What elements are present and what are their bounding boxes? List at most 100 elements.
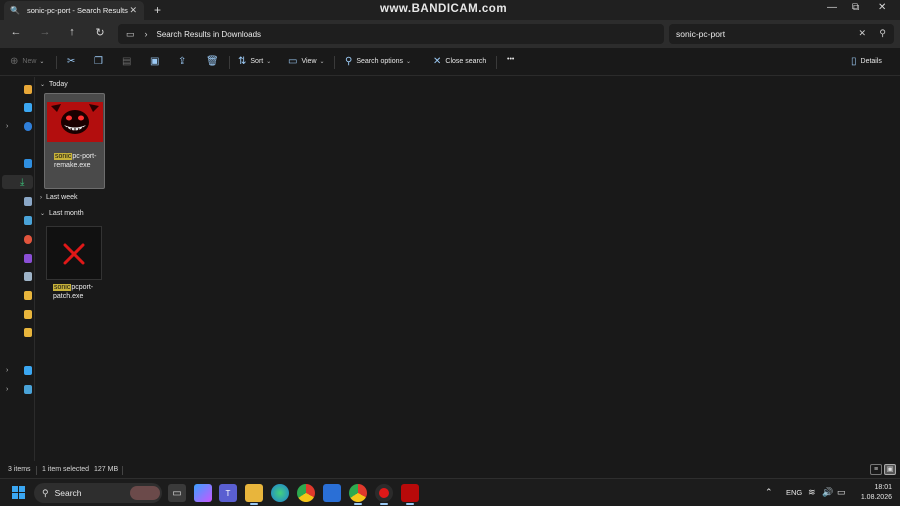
chevron-right-icon[interactable]: › (6, 367, 14, 374)
new-button[interactable]: ⊕ New ⌄ (10, 56, 44, 67)
nav-item-home[interactable] (6, 82, 32, 96)
delete-button[interactable]: 🗑 (206, 56, 223, 67)
volume-icon[interactable]: 🔊 (822, 487, 833, 498)
videos-icon (23, 253, 32, 263)
group-header-today[interactable]: ⌄ Today (40, 81, 68, 88)
nav-item-recycle-bin[interactable] (6, 269, 32, 283)
taskbar-search[interactable]: ⚲ Search (34, 483, 162, 503)
group-header-last-month[interactable]: ⌄ Last month (40, 210, 84, 217)
nav-item-onedrive[interactable]: › (6, 119, 32, 133)
windows-start-icon[interactable] (12, 486, 26, 500)
nav-item-music[interactable] (6, 232, 32, 246)
record-dot (379, 488, 389, 498)
teams-icon[interactable]: T (219, 484, 237, 502)
nav-item-gallery[interactable] (6, 100, 32, 114)
search-icon[interactable]: ⚲ (879, 28, 886, 39)
tiles-view-icon[interactable]: ▣ (884, 464, 896, 475)
chevron-down-icon: ⌄ (40, 82, 46, 88)
more-options-button[interactable]: ••• (507, 56, 514, 63)
bandicam-icon[interactable] (375, 484, 393, 505)
address-bar[interactable]: ▭ › Search Results in Downloads (118, 24, 664, 44)
search-match: sonic (54, 153, 73, 160)
nav-item-folder-2[interactable] (6, 307, 32, 321)
sort-button[interactable]: ⇅ Sort ⌄ (238, 56, 271, 67)
item-count: 3 items (8, 466, 31, 473)
paste-button[interactable]: ▤ (122, 56, 135, 67)
close-search-label: Close search (445, 58, 487, 65)
recycle-bin-icon (23, 271, 32, 281)
divider (229, 56, 230, 69)
battery-icon[interactable]: ▭ (837, 487, 846, 498)
group-label: Last week (46, 194, 78, 201)
nav-item-folder-1[interactable] (6, 288, 32, 302)
close-window-button[interactable]: ✕ (878, 2, 886, 13)
chevron-right-icon[interactable]: › (6, 123, 14, 130)
chrome-icon[interactable] (297, 484, 315, 502)
divider (56, 56, 57, 69)
task-view-icon[interactable]: ▭ (168, 484, 186, 502)
file-tile[interactable]: sonicpcport- patch.exe (44, 222, 105, 318)
divider (36, 466, 37, 475)
folder-icon (23, 290, 32, 300)
chrome-profile-icon[interactable] (349, 484, 367, 505)
nav-item-downloads[interactable]: ⤓ (2, 175, 33, 189)
nav-item-pictures[interactable] (6, 213, 32, 227)
divider (496, 56, 497, 69)
nav-item-folder-3[interactable] (6, 325, 32, 339)
tab-close-icon[interactable]: ✕ (129, 5, 137, 16)
new-tab-button[interactable]: + (154, 3, 161, 17)
nav-item-desktop[interactable] (6, 156, 32, 170)
file-explorer-icon[interactable] (245, 484, 263, 505)
restore-button[interactable]: ⧉ (852, 2, 859, 13)
chevron-up-icon[interactable]: ⌃ (765, 487, 773, 498)
refresh-icon[interactable]: ↻ (93, 26, 107, 39)
scissors-icon: ✂ (67, 56, 76, 67)
nav-item-documents[interactable] (6, 194, 32, 208)
search-options-button[interactable]: ⚲ Search options ⌄ (345, 56, 411, 67)
share-button[interactable]: ⇪ (178, 56, 190, 67)
chevron-right-icon[interactable]: › (145, 29, 148, 39)
selection-size: 127 MB (94, 466, 119, 473)
file-tile[interactable]: sonicpc-port- remake.exe (44, 93, 105, 189)
copy-button[interactable]: ❐ (94, 56, 107, 67)
up-arrow-icon[interactable]: ↑ (65, 26, 79, 38)
nav-item-network[interactable]: › (6, 382, 32, 396)
chevron-right-icon[interactable]: › (6, 386, 14, 393)
status-bar: 3 items 1 item selected 127 MB ≡ ▣ (0, 462, 900, 478)
store-icon[interactable] (323, 484, 341, 502)
close-search-button[interactable]: ✕ Close search (433, 56, 486, 67)
cut-button[interactable]: ✂ (67, 56, 79, 67)
clear-search-icon[interactable]: ✕ (858, 28, 866, 39)
details-view-icon[interactable]: ≡ (870, 464, 882, 475)
nav-item-videos[interactable] (6, 251, 32, 265)
tab-search-results[interactable]: 🔍 sonic-pc-port - Search Results ✕ (4, 1, 144, 20)
file-name-part: pc-port- (72, 153, 97, 160)
sonic-face-icon (47, 102, 103, 142)
share-icon: ⇪ (178, 56, 187, 67)
chevron-right-icon: › (40, 194, 42, 201)
group-header-last-week[interactable]: › Last week (40, 194, 78, 201)
clock[interactable]: 18:01 1.08.2026 (854, 483, 892, 503)
chevron-down-icon: ⌄ (39, 59, 45, 65)
file-thumbnail (46, 226, 102, 280)
tab-title: sonic-pc-port - Search Results (27, 6, 128, 15)
search-input[interactable]: sonic-pc-port ✕ ⚲ (669, 24, 894, 44)
back-arrow-icon[interactable]: ← (9, 26, 23, 38)
view-button[interactable]: ▭ View ⌄ (288, 56, 325, 67)
date: 1.08.2026 (860, 494, 892, 501)
desktop-icon (23, 158, 32, 168)
forward-arrow-icon[interactable]: → (38, 26, 52, 38)
details-button[interactable]: ▯ Details (851, 56, 882, 67)
language-indicator[interactable]: ENG (786, 488, 802, 497)
file-name-part: pcport- (71, 284, 94, 291)
wifi-icon[interactable]: ≋ (808, 487, 816, 498)
sort-label: Sort (250, 58, 264, 65)
chevron-down-icon: ⌄ (40, 211, 46, 217)
minimize-button[interactable]: — (827, 2, 837, 13)
nav-item-this-pc[interactable]: › (6, 363, 32, 377)
edge-icon[interactable] (271, 484, 289, 502)
rename-button[interactable]: ▣ (150, 56, 163, 67)
file-list: ⌄ Today sonicpc-port- remake.exe › Last … (36, 77, 900, 461)
copilot-icon[interactable] (194, 484, 212, 502)
sonic-game-icon[interactable] (401, 484, 419, 505)
